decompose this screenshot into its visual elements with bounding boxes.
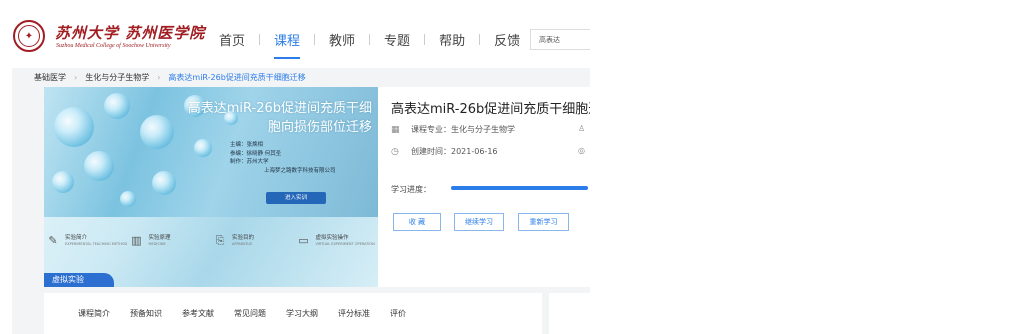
nav-feedback[interactable]: 反馈 <box>480 30 534 49</box>
credit-line: 上海梦之路数字科技有限公司 <box>264 167 336 174</box>
continue-learning-button[interactable]: 继续学习 <box>454 213 504 231</box>
credit-line: 参编：徐晓静 何其圣 <box>230 150 282 157</box>
course-title: 高表达miR-26b促进间充质干细胞迁移 <box>391 102 590 117</box>
banner-icon-strip: ✎ 实验简介 EXPERIMENTAL TEACHING METHOD ▥ 实验原… <box>44 226 378 256</box>
user-icon: ♙ <box>578 124 586 133</box>
banner-credits: 主编：张焕相 参编：徐晓静 何其圣 制作：苏州大学 上海梦之路数字科技有限公司 <box>230 141 336 175</box>
major-value: 生化与分子生物学 <box>451 125 515 134</box>
cell-image <box>84 151 114 181</box>
cell-image <box>54 107 94 147</box>
progress-bar <box>451 186 588 190</box>
nav-teachers[interactable]: 教师 <box>315 30 369 49</box>
course-banner[interactable]: 高表达miR-26b促进间充质干细胞向损伤部位迁移 <box>44 87 378 287</box>
breadcrumb: 基础医学 › 生化与分子生物学 › 高表达miR-26b促进间充质干细胞迁移 <box>34 72 306 83</box>
progress-fill <box>451 186 588 190</box>
university-seal-icon[interactable]: ✦ <box>13 20 45 52</box>
cell-image <box>194 139 212 157</box>
nav-home[interactable]: 首页 <box>205 30 259 49</box>
tab-grading[interactable]: 评分标准 <box>338 308 370 319</box>
course-detail-tabs: 课程简介 预备知识 参考文献 常见问题 学习大纲 评分标准 评价 <box>78 308 426 319</box>
grid-icon: ▥ <box>131 234 142 247</box>
search-input[interactable]: 高表达 <box>530 29 590 50</box>
computer-icon: ▭ <box>298 234 309 247</box>
clipboard-icon: ⎘ <box>215 234 225 247</box>
breadcrumb-item[interactable]: 基础医学 <box>34 72 66 83</box>
grid-icon: ▦ <box>391 124 400 135</box>
nav-topics[interactable]: 专题 <box>370 30 424 49</box>
favorite-button[interactable]: 收 藏 <box>393 213 441 231</box>
nav-help[interactable]: 帮助 <box>425 30 479 49</box>
chevron-right-icon: › <box>157 73 161 82</box>
restart-learning-button[interactable]: 重新学习 <box>518 213 569 231</box>
tab-prerequisites[interactable]: 预备知识 <box>130 308 162 319</box>
site-header: ✦ 苏州大学 苏州医学院 Suzhou Medical College of S… <box>0 0 590 72</box>
course-major: ▦ 课程专业： 生化与分子生物学 <box>391 124 515 135</box>
cell-image <box>120 191 136 207</box>
credit-line: 主编：张焕相 <box>230 142 264 148</box>
experiment-principle-link[interactable]: ▥ 实验原理 MEDICINE <box>128 226 212 256</box>
major-label: 课程专业： <box>411 125 451 134</box>
side-panel <box>549 293 590 334</box>
book-icon: ✎ <box>48 234 58 247</box>
credit-line: 制作：苏州大学 <box>230 159 269 165</box>
tab-course-intro[interactable]: 课程简介 <box>78 308 110 319</box>
cell-image <box>140 115 174 149</box>
tab-reviews[interactable]: 评价 <box>390 308 406 319</box>
breadcrumb-item[interactable]: 生化与分子生物学 <box>85 72 149 83</box>
icon-sublabel: EXPERIMENTAL TEACHING METHOD <box>65 242 128 246</box>
cell-image <box>52 171 74 193</box>
breadcrumb-current: 高表达miR-26b促进间充质干细胞迁移 <box>168 73 306 82</box>
tab-faq[interactable]: 常见问题 <box>234 308 266 319</box>
logo-title[interactable]: 苏州大学 苏州医学院 <box>55 22 205 43</box>
virtual-operation-link[interactable]: ▭ 虚拟实验操作 VIRTUAL EXPERIMENT OPERATION <box>295 226 379 256</box>
clock-icon: ◷ <box>391 146 399 157</box>
created-label: 创建时间： <box>411 147 451 156</box>
enter-training-button[interactable]: 进入实训 <box>266 192 326 204</box>
banner-title: 高表达miR-26b促进间充质干细胞向损伤部位迁移 <box>187 101 372 135</box>
chevron-right-icon: › <box>74 73 78 82</box>
nav-courses[interactable]: 课程 <box>260 30 314 59</box>
course-created: ◷ 创建时间： 2021-06-16 <box>391 146 498 157</box>
icon-sublabel: VIRTUAL EXPERIMENT OPERATION <box>315 242 375 246</box>
cell-image <box>152 171 176 195</box>
created-value: 2021-06-16 <box>451 147 498 156</box>
icon-sublabel: MEDICINE <box>148 242 166 246</box>
cell-image <box>104 93 130 119</box>
tab-syllabus[interactable]: 学习大纲 <box>286 308 318 319</box>
eye-icon: ◎ <box>578 146 585 155</box>
progress-label: 学习进度： <box>391 185 431 194</box>
icon-sublabel: APPARATUS <box>232 242 253 246</box>
tab-virtual-experiment[interactable]: 虚拟实验 <box>44 273 114 287</box>
experiment-intro-link[interactable]: ✎ 实验简介 EXPERIMENTAL TEACHING METHOD <box>44 226 128 256</box>
logo-subtitle: Suzhou Medical College of Soochow Univer… <box>56 43 171 49</box>
banner-tab-strip: 虚拟实验 <box>44 269 378 287</box>
tab-references[interactable]: 参考文献 <box>182 308 214 319</box>
experiment-purpose-link[interactable]: ⎘ 实验目的 APPARATUS <box>211 226 295 256</box>
main-nav: 首页 课程 教师 专题 帮助 反馈 <box>205 30 534 59</box>
